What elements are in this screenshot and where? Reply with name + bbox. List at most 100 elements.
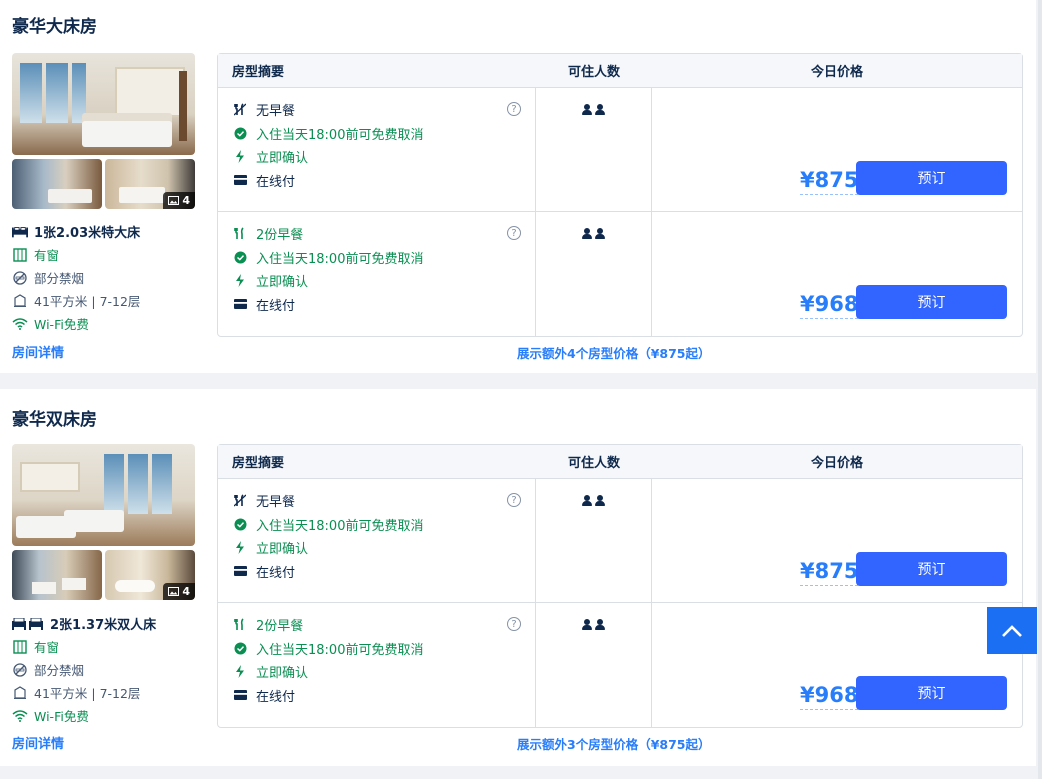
header-guests: 可住人数: [567, 456, 620, 471]
rate-row: 2份早餐 入住当天18:00前可免费取消 立即确认 在线付 ? ¥968 预订: [218, 212, 1022, 336]
room-photos[interactable]: 4: [12, 444, 195, 600]
room-photos[interactable]: 4: [12, 53, 195, 209]
help-icon[interactable]: ?: [507, 102, 521, 116]
room-photo-thumb[interactable]: [12, 159, 102, 209]
photo-count-badge[interactable]: 4: [163, 583, 195, 600]
meal-text: 无早餐: [256, 104, 296, 120]
check-circle-icon: [232, 125, 248, 141]
photo-count-badge[interactable]: 4: [163, 192, 195, 209]
cancel-policy: 入住当天18:00前可免费取消: [232, 637, 521, 661]
price[interactable]: ¥968: [800, 682, 859, 710]
person-icon: [595, 619, 605, 631]
room-detail-link[interactable]: 房间详情: [12, 733, 64, 752]
check-circle-icon: [232, 640, 248, 656]
price[interactable]: ¥875: [800, 558, 859, 586]
payment-text: 在线付: [256, 689, 296, 705]
rate-price-cell: ¥875 预订: [652, 88, 1022, 211]
payment-text: 在线付: [256, 174, 296, 190]
payment-method: 在线付: [232, 169, 521, 193]
person-icon: [582, 619, 592, 631]
photo-count: 4: [182, 194, 190, 207]
bed-info: 1张2.03米特大床: [12, 220, 212, 243]
image-icon: [168, 196, 180, 205]
book-button[interactable]: 预订: [856, 676, 1007, 710]
header-price: 今日价格: [810, 65, 863, 80]
credit-card-icon: [232, 172, 248, 188]
cancel-text: 入住当天18:00前可免费取消: [256, 518, 424, 534]
rate-price-cell: ¥875 预订: [652, 479, 1022, 602]
show-more-rates-link[interactable]: 展示额外3个房型价格（¥875起）: [517, 734, 711, 753]
room-card: 豪华双床房 4 2张1.37米双人床 有窗 部分禁烟 41平方米 | 7-12层…: [0, 389, 1036, 766]
cancel-policy: 入住当天18:00前可免费取消: [232, 122, 521, 146]
window-info: 有窗: [12, 635, 212, 658]
area-floor-text: 41平方米 | 7-12层: [34, 686, 141, 701]
check-circle-icon: [232, 249, 248, 265]
person-icon: [595, 104, 605, 116]
confirm-text: 立即确认: [256, 275, 309, 291]
lightning-icon: [232, 149, 248, 165]
no-smoking-icon: [12, 662, 28, 678]
price[interactable]: ¥875: [800, 167, 859, 195]
rate-table-header: 房型摘要 可住人数 今日价格: [218, 54, 1022, 88]
payment-text: 在线付: [256, 298, 296, 314]
area-floor-text: 41平方米 | 7-12层: [34, 294, 141, 309]
room-photo-thumb[interactable]: 4: [105, 550, 195, 600]
rate-summary: 2份早餐 入住当天18:00前可免费取消 立即确认 在线付 ?: [218, 212, 536, 336]
window-info: 有窗: [12, 243, 212, 266]
no-breakfast-icon: [232, 493, 248, 509]
area-icon: [12, 293, 28, 309]
instant-confirm: 立即确认: [232, 145, 521, 169]
back-to-top-button[interactable]: [987, 607, 1037, 654]
header-summary: 房型摘要: [232, 65, 285, 80]
room-card: 豪华大床房 4 1张2.03米特大床 有窗 部分禁烟 41平方米 | 7-12层…: [0, 0, 1036, 373]
credit-card-icon: [232, 687, 248, 703]
lightning-icon: [232, 664, 248, 680]
scrollbar[interactable]: [1038, 0, 1042, 779]
help-icon[interactable]: ?: [507, 226, 521, 240]
room-photo-thumb[interactable]: 4: [105, 159, 195, 209]
rate-summary: 2份早餐 入住当天18:00前可免费取消 立即确认 在线付 ?: [218, 603, 536, 727]
confirm-text: 立即确认: [256, 666, 309, 682]
bed-text: 1张2.03米特大床: [34, 226, 141, 241]
room-detail-link[interactable]: 房间详情: [12, 342, 64, 361]
rate-row: 无早餐 入住当天18:00前可免费取消 立即确认 在线付 ? ¥875 预订: [218, 88, 1022, 212]
check-circle-icon: [232, 516, 248, 532]
price[interactable]: ¥968: [800, 291, 859, 319]
guest-capacity: [536, 88, 652, 211]
cancel-policy: 入住当天18:00前可免费取消: [232, 513, 521, 537]
guest-capacity: [536, 479, 652, 602]
show-more-rates-link[interactable]: 展示额外4个房型价格（¥875起）: [517, 343, 711, 362]
rate-price-cell: ¥968 预订: [652, 212, 1022, 336]
meal-info: 无早餐: [232, 489, 521, 513]
book-button[interactable]: 预订: [856, 552, 1007, 586]
wifi-text: Wi-Fi免费: [34, 709, 89, 724]
room-title: 豪华大床房: [12, 17, 97, 37]
area-floor-info: 41平方米 | 7-12层: [12, 681, 212, 704]
book-button[interactable]: 预订: [856, 285, 1007, 319]
cancel-policy: 入住当天18:00前可免费取消: [232, 246, 521, 270]
double-bed-icon: [12, 224, 28, 240]
window-icon: [12, 247, 28, 263]
window-text: 有窗: [34, 640, 60, 655]
bed-info: 2张1.37米双人床: [12, 612, 212, 635]
room-title: 豪华双床房: [12, 410, 97, 430]
room-photo-thumb[interactable]: [12, 550, 102, 600]
room-photo-main[interactable]: [12, 53, 195, 155]
lightning-icon: [232, 273, 248, 289]
room-amenities: 1张2.03米特大床 有窗 部分禁烟 41平方米 | 7-12层 Wi-Fi免费: [12, 220, 212, 335]
room-photo-main[interactable]: [12, 444, 195, 546]
help-icon[interactable]: ?: [507, 617, 521, 631]
person-icon: [582, 228, 592, 240]
meal-text: 无早餐: [256, 495, 296, 511]
meal-info: 2份早餐: [232, 222, 521, 246]
rate-row: 无早餐 入住当天18:00前可免费取消 立即确认 在线付 ? ¥875 预订: [218, 479, 1022, 603]
payment-method: 在线付: [232, 684, 521, 708]
smoking-text: 部分禁烟: [34, 663, 85, 678]
lightning-icon: [232, 540, 248, 556]
meal-info: 2份早餐: [232, 613, 521, 637]
help-icon[interactable]: ?: [507, 493, 521, 507]
wifi-info: Wi-Fi免费: [12, 704, 212, 727]
book-button[interactable]: 预订: [856, 161, 1007, 195]
wifi-icon: [12, 316, 28, 332]
rate-table: 房型摘要 可住人数 今日价格 无早餐 入住当天18:00前可免费取消 立即确认: [217, 53, 1023, 337]
